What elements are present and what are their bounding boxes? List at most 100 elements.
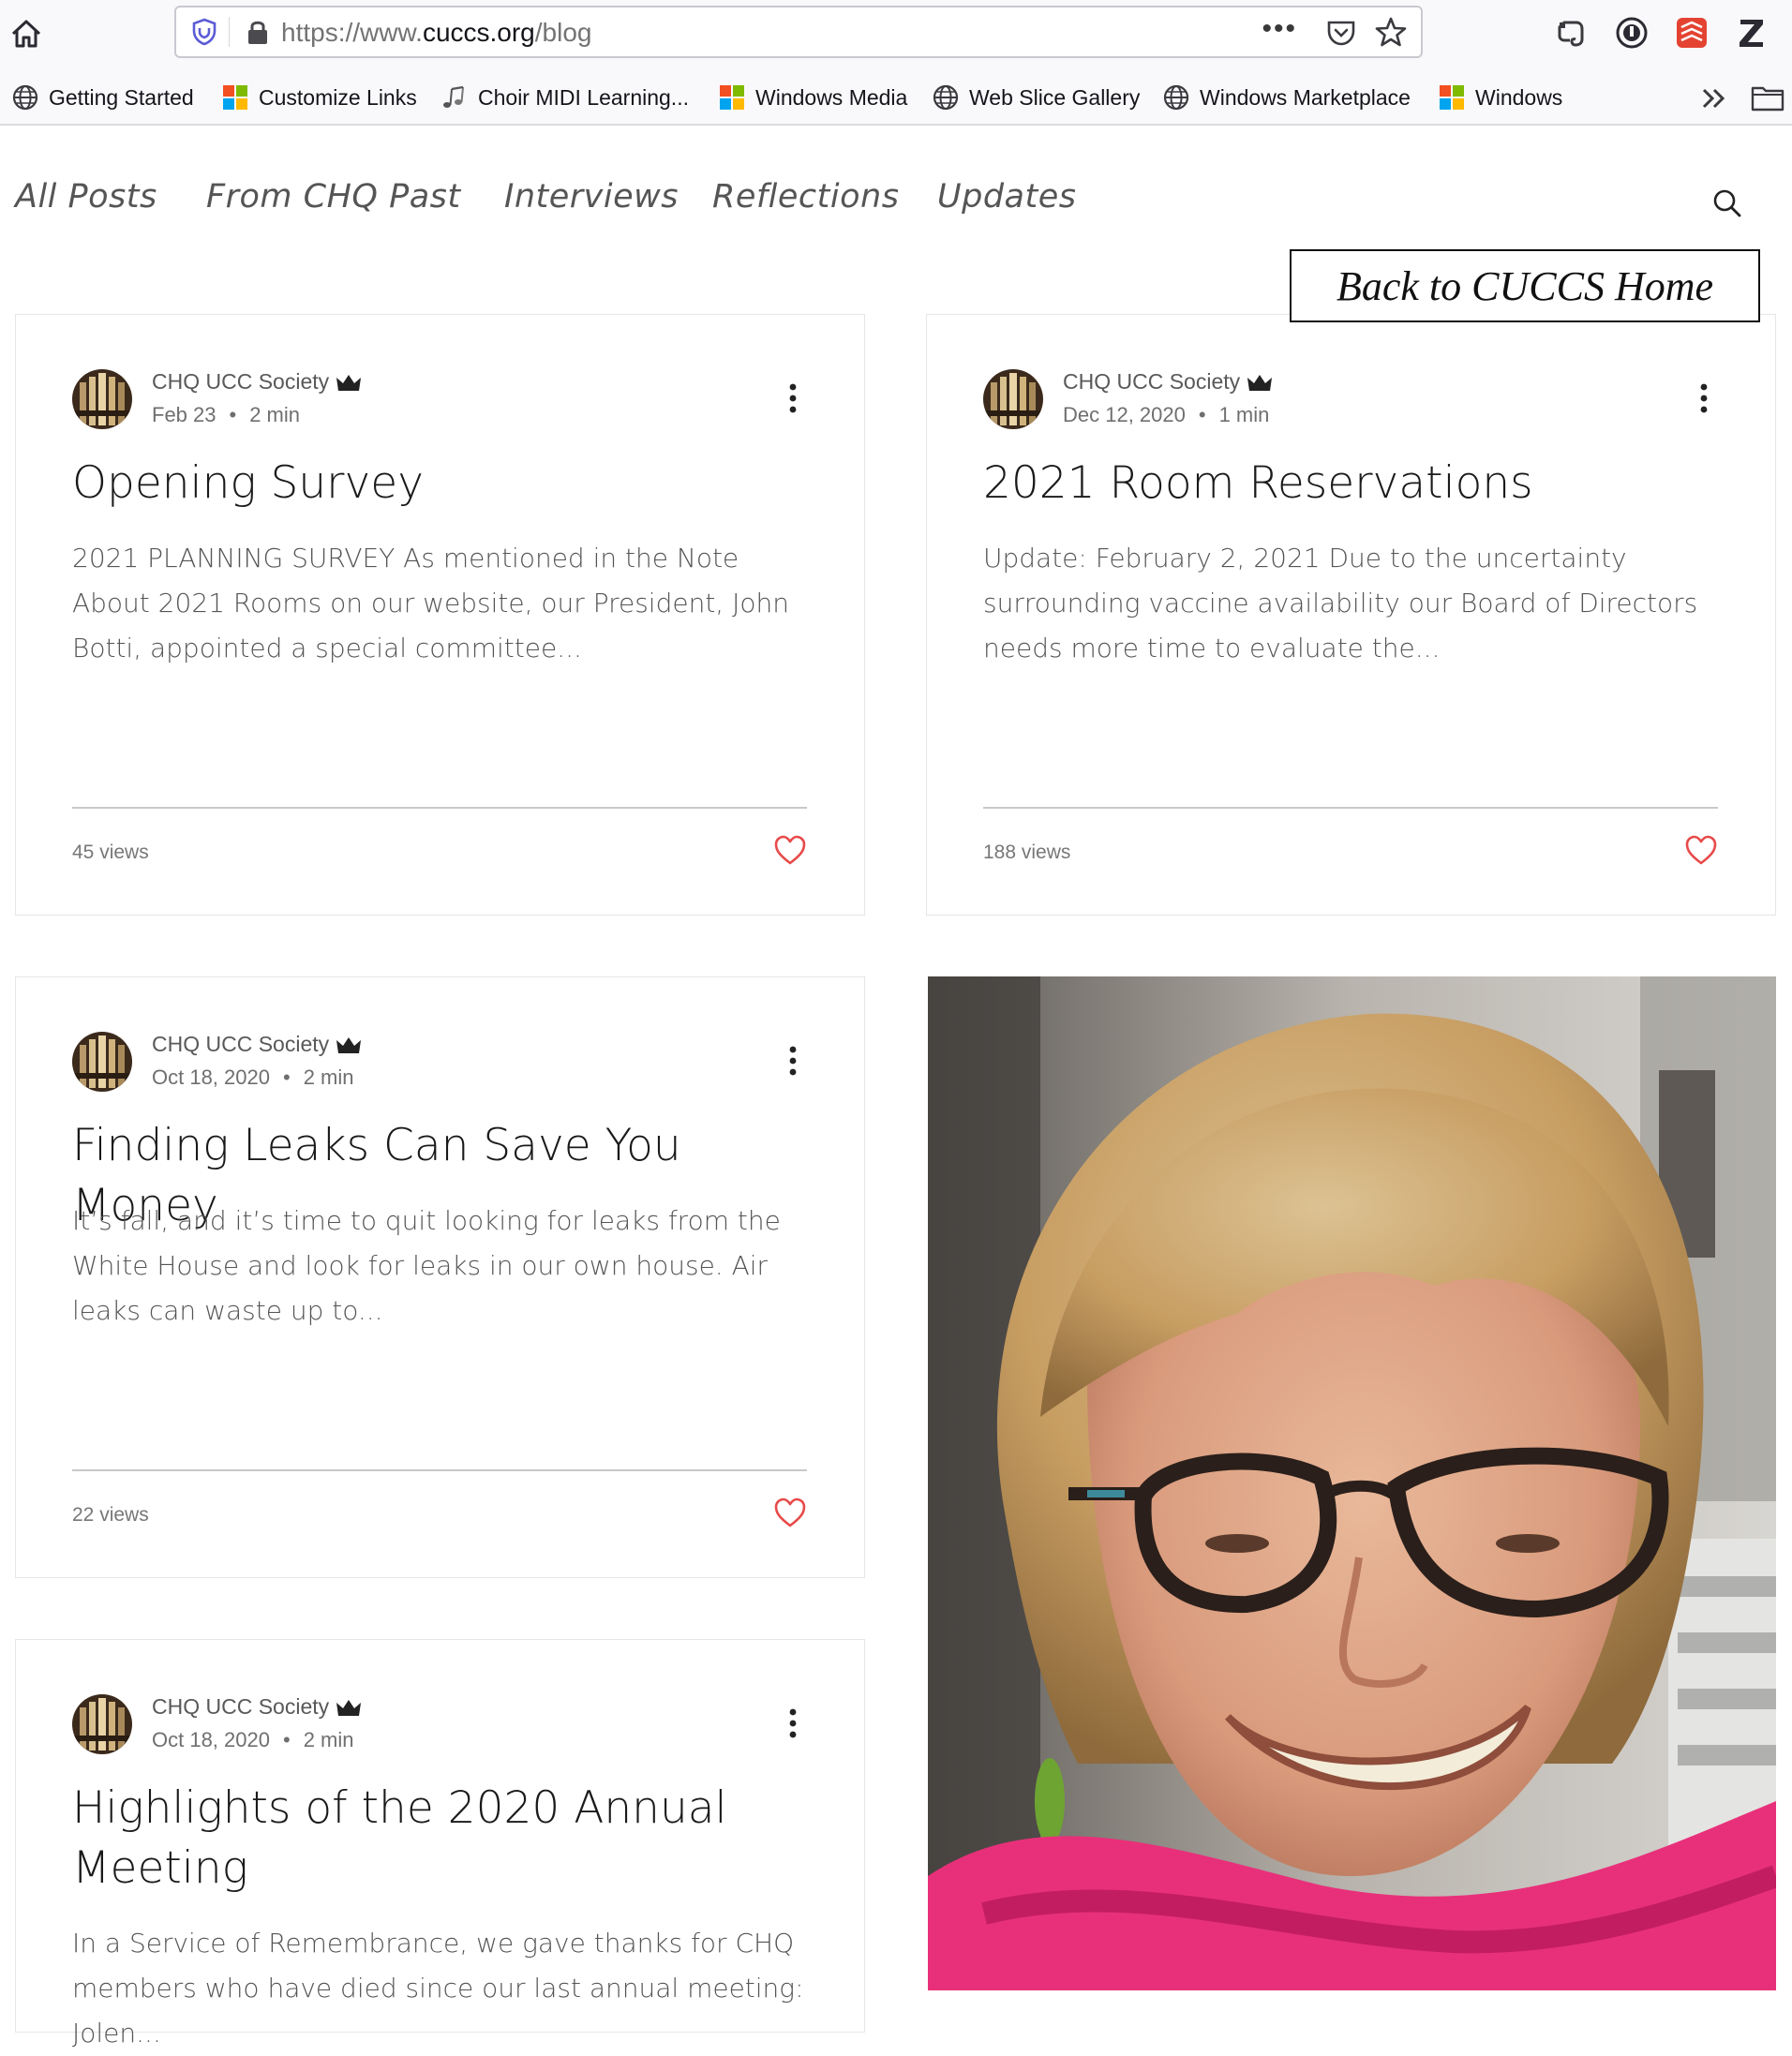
more-options-icon[interactable]: [1697, 382, 1710, 414]
post-date: Dec 12, 2020: [1063, 403, 1186, 426]
folder-icon[interactable]: [1751, 82, 1785, 112]
globe-icon: [12, 84, 38, 111]
nav-all-posts[interactable]: All Posts: [15, 178, 157, 216]
password-manager-icon[interactable]: [1614, 15, 1650, 51]
author-avatar[interactable]: [983, 369, 1043, 429]
bookmark-windows-media[interactable]: Windows Media: [718, 82, 907, 112]
bookmark-star-icon[interactable]: [1374, 15, 1408, 49]
view-count: 45 views: [72, 842, 149, 863]
bookmark-label: Customize Links: [259, 84, 417, 110]
organ-pipes-image: [72, 1694, 132, 1754]
card-divider: [72, 807, 807, 809]
read-time: 1 min: [1218, 403, 1270, 426]
bookmark-label: Windows: [1475, 84, 1563, 110]
card-divider: [72, 1469, 807, 1471]
card-divider: [983, 807, 1718, 809]
read-time: 2 min: [303, 1065, 354, 1089]
read-time: 2 min: [249, 403, 300, 426]
post-meta: Oct 18, 2020 • 2 min: [152, 1065, 354, 1089]
organ-pipes-image: [72, 369, 132, 429]
organ-pipes-image: [72, 1032, 132, 1092]
bookmark-label: Windows Marketplace: [1200, 84, 1411, 110]
crown-icon: [1247, 374, 1273, 391]
post-cover-photo[interactable]: [928, 976, 1776, 1990]
post-meta: Feb 23 • 2 min: [152, 403, 300, 426]
url-text[interactable]: https://www.cuccs.org/blog: [281, 18, 591, 48]
post-card[interactable]: CHQ UCC Society Oct 18, 2020 • 2 min Highl…: [15, 1639, 865, 2049]
windows-logo-icon: [720, 85, 744, 110]
globe-icon: [1163, 84, 1189, 111]
nav-interviews[interactable]: Interviews: [504, 178, 679, 216]
post-meta: Oct 18, 2020 • 2 min: [152, 1728, 354, 1751]
author-name[interactable]: CHQ UCC Society: [152, 1694, 363, 1720]
windows-logo-icon: [1440, 85, 1464, 110]
page-actions-more-icon[interactable]: •••: [1262, 13, 1297, 45]
bookmark-getting-started[interactable]: Getting Started: [11, 82, 194, 112]
heart-icon[interactable]: [1684, 834, 1718, 866]
bookmark-windows-marketplace[interactable]: Windows Marketplace: [1162, 82, 1411, 112]
back-to-home-button[interactable]: Back to CUCCS Home: [1290, 249, 1760, 322]
todoist-icon[interactable]: [1674, 15, 1710, 51]
author-name[interactable]: CHQ UCC Society: [152, 1032, 363, 1057]
bookmark-label: Windows Media: [755, 84, 908, 110]
address-bar[interactable]: https://www.cuccs.org/blog •••: [174, 6, 1423, 58]
bookmark-web-slice-gallery[interactable]: Web Slice Gallery: [932, 82, 1140, 112]
view-count: 188 views: [983, 842, 1071, 863]
post-date: Oct 18, 2020: [152, 1065, 270, 1089]
more-options-icon[interactable]: [786, 382, 799, 414]
globe-icon: [933, 84, 959, 111]
bookmark-customize-links[interactable]: Customize Links: [221, 82, 417, 112]
crown-icon: [336, 374, 362, 391]
post-excerpt: Update: February 2, 2021 Due to the unce…: [983, 543, 1698, 663]
heart-icon[interactable]: [773, 1497, 807, 1528]
organ-pipes-image: [983, 369, 1043, 429]
evernote-icon[interactable]: [1554, 15, 1590, 51]
blog-category-nav: All Posts From CHQ Past Interviews Refle…: [0, 178, 1792, 225]
bookmarks-toolbar: Getting Started Customize Links Choir MI…: [0, 69, 1792, 126]
crown-icon: [336, 1699, 362, 1716]
post-card[interactable]: CHQ UCC Society Dec 12, 2020 • 1 min 2021 …: [926, 314, 1776, 916]
zotero-icon[interactable]: [1734, 15, 1770, 51]
post-excerpt: It’s fall, and it’s time to quit looking…: [72, 1205, 781, 1326]
post-date: Oct 18, 2020: [152, 1728, 270, 1751]
post-card[interactable]: CHQ UCC Society Oct 18, 2020 • 2 min Findi…: [15, 976, 865, 1578]
post-excerpt: 2021 PLANNING SURVEY As mentioned in the…: [72, 543, 789, 663]
tracking-protection-shield-icon[interactable]: [189, 17, 219, 47]
author-name[interactable]: CHQ UCC Society: [152, 369, 363, 395]
bookmark-windows[interactable]: Windows: [1438, 82, 1562, 112]
author-avatar[interactable]: [72, 369, 132, 429]
heart-icon[interactable]: [773, 834, 807, 866]
nav-reflections[interactable]: Reflections: [712, 178, 899, 216]
author-avatar[interactable]: [72, 1694, 132, 1754]
pocket-icon[interactable]: [1325, 17, 1357, 49]
bookmark-label: Choir MIDI Learning...: [478, 84, 689, 110]
portrait-photo-image: [928, 976, 1776, 1990]
crown-icon: [336, 1036, 362, 1053]
browser-toolbar: https://www.cuccs.org/blog •••: [0, 0, 1792, 69]
search-icon[interactable]: [1711, 187, 1743, 219]
post-meta: Dec 12, 2020 • 1 min: [1063, 403, 1270, 426]
bookmark-label: Getting Started: [49, 84, 194, 110]
post-title[interactable]: Highlights of the 2020 Annual Meeting: [72, 1779, 747, 1899]
nav-updates[interactable]: Updates: [937, 178, 1077, 216]
post-excerpt: In a Service of Remembrance, we gave tha…: [72, 1928, 804, 2049]
read-time: 2 min: [303, 1728, 354, 1751]
music-notes-icon: [443, 85, 464, 108]
view-count: 22 views: [72, 1504, 149, 1526]
nav-from-chq-past[interactable]: From CHQ Past: [206, 178, 461, 216]
post-title[interactable]: 2021 Room Reservations: [983, 454, 1733, 514]
urlbar-separator: [229, 17, 230, 47]
post-card[interactable]: CHQ UCC Society Feb 23 • 2 min Opening Sur…: [15, 314, 865, 916]
author-name[interactable]: CHQ UCC Society: [1063, 369, 1274, 395]
post-title[interactable]: Opening Survey: [72, 454, 822, 514]
more-options-icon[interactable]: [786, 1045, 799, 1077]
author-avatar[interactable]: [72, 1032, 132, 1092]
more-options-icon[interactable]: [786, 1707, 799, 1739]
windows-logo-icon: [223, 85, 247, 110]
bookmark-choir-midi[interactable]: Choir MIDI Learning...: [441, 82, 689, 112]
bookmark-label: Web Slice Gallery: [969, 84, 1141, 110]
home-icon[interactable]: [9, 17, 43, 51]
lock-icon[interactable]: [244, 17, 272, 47]
post-date: Feb 23: [152, 403, 217, 426]
chevron-double-right-icon[interactable]: [1698, 82, 1730, 114]
